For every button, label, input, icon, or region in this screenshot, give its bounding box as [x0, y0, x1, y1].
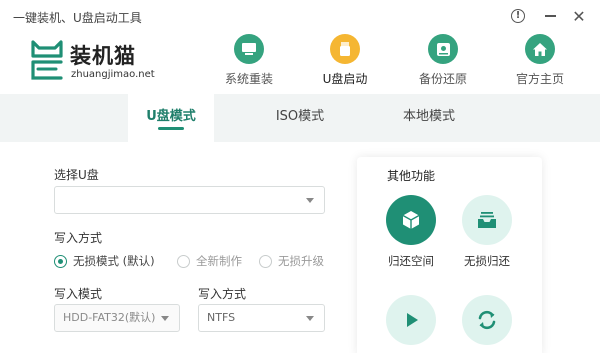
filesystem-select[interactable]: NTFS — [198, 304, 325, 332]
question-circle-icon: ! — [511, 9, 525, 23]
func-label: 无损归还 — [464, 254, 510, 268]
write-mode-label: 写入模式 — [54, 287, 103, 301]
logo-name: 装机猫 — [70, 44, 136, 68]
radio-lossless-mode[interactable]: 无损模式 (默认) — [54, 253, 155, 269]
radio-lossless-upgrade[interactable]: 无损升级 — [259, 253, 324, 269]
usb-drive-icon — [330, 34, 360, 64]
filesystem-label: 写入方式 — [198, 287, 247, 301]
radio-indicator — [259, 254, 272, 268]
close-button[interactable]: ✕ — [570, 6, 588, 26]
cat-logo-icon — [31, 40, 63, 80]
play-icon — [386, 295, 436, 345]
radio-label: 全新制作 — [196, 254, 242, 268]
chevron-down-icon — [306, 198, 314, 203]
other-functions-panel: 其他功能 归还空间 无损归还 — [357, 157, 542, 353]
filesystem-value: NTFS — [207, 311, 236, 324]
mode-tab-strip: U盘模式 ISO模式 本地模式 — [0, 94, 600, 142]
func-label: 归还空间 — [388, 254, 434, 268]
tab-local-mode[interactable]: 本地模式 — [391, 94, 467, 142]
cube-icon — [386, 195, 436, 245]
radio-indicator — [54, 254, 67, 268]
tray-restore-icon — [462, 195, 512, 245]
tab-usb-mode[interactable]: U盘模式 — [128, 94, 214, 142]
nav-label: 系统重装 — [224, 72, 273, 86]
disk-backup-icon — [428, 34, 458, 64]
write-mode-value: HDD-FAT32(默认) — [63, 311, 156, 324]
close-icon: ✕ — [572, 6, 586, 26]
lossless-restore-button[interactable]: 无损归还 — [455, 195, 519, 269]
reclaim-space-button[interactable]: 归还空间 — [379, 195, 443, 269]
nav-item-usb-boot[interactable]: U盘启动 — [305, 34, 385, 87]
chevron-down-icon — [161, 316, 169, 321]
title-bar: 一键装机、U盘启动工具 ! ✕ — [0, 0, 600, 30]
minimize-button[interactable] — [541, 7, 559, 25]
help-button[interactable]: ! — [509, 7, 527, 25]
nav-label: 备份还原 — [418, 72, 467, 86]
refresh-function-button[interactable] — [455, 295, 519, 345]
write-method-label: 写入方式 — [54, 231, 103, 245]
panel-title: 其他功能 — [387, 169, 436, 183]
refresh-icon — [462, 295, 512, 345]
usb-drive-select[interactable] — [54, 186, 325, 214]
active-tab-underline — [158, 127, 184, 130]
nav-label: U盘启动 — [322, 72, 368, 86]
logo-url: zhuangjimao.net — [71, 69, 155, 80]
home-icon — [525, 34, 555, 64]
logo: 装机猫 zhuangjimao.net — [30, 38, 180, 84]
radio-label: 无损升级 — [278, 254, 324, 268]
monitor-icon — [234, 34, 264, 64]
radio-fresh-build[interactable]: 全新制作 — [177, 253, 242, 269]
radio-indicator — [177, 254, 190, 268]
tab-iso-mode[interactable]: ISO模式 — [262, 94, 338, 142]
chevron-down-icon — [306, 316, 314, 321]
nav-item-official-home[interactable]: 官方主页 — [500, 34, 580, 87]
play-function-button[interactable] — [379, 295, 443, 345]
nav-item-system-reinstall[interactable]: 系统重装 — [209, 34, 289, 87]
nav-item-backup-restore[interactable]: 备份还原 — [403, 34, 483, 87]
app-window: 一键装机、U盘启动工具 ! ✕ 装机猫 zhuangjimao.net 系统重装… — [0, 0, 600, 353]
usb-select-label: 选择U盘 — [54, 168, 99, 182]
radio-label: 无损模式 (默认) — [73, 254, 155, 268]
minimize-icon — [544, 15, 556, 17]
window-title: 一键装机、U盘启动工具 — [13, 11, 142, 25]
nav-label: 官方主页 — [515, 72, 564, 86]
write-mode-select[interactable]: HDD-FAT32(默认) — [54, 304, 180, 332]
